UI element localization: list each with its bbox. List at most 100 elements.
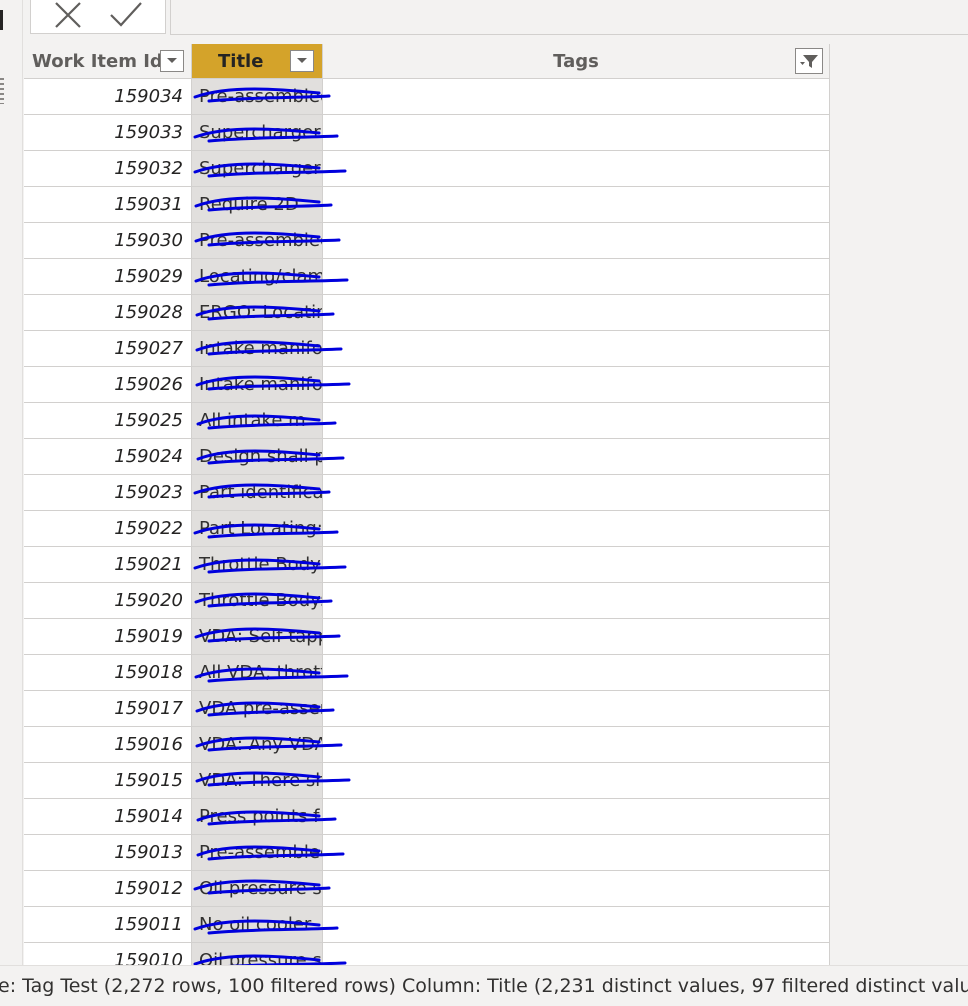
- table-row[interactable]: 159027 Intake manifol: [24, 331, 830, 367]
- cell-tags[interactable]: [323, 619, 830, 654]
- cell-tags[interactable]: [323, 439, 830, 474]
- cell-work-item-id[interactable]: 159010: [24, 943, 192, 965]
- cell-tags[interactable]: [323, 475, 830, 510]
- table-row[interactable]: 159033 Supercharger: [24, 115, 830, 151]
- cell-work-item-id[interactable]: 159029: [24, 259, 192, 294]
- cell-title[interactable]: Locating/clam: [192, 259, 323, 294]
- cell-tags[interactable]: [323, 799, 830, 834]
- cell-tags[interactable]: [323, 727, 830, 762]
- table-row[interactable]: 159010 Oil pressure s: [24, 943, 830, 965]
- cell-title[interactable]: VDA: Any VDA: [192, 727, 323, 762]
- cell-tags[interactable]: [323, 187, 830, 222]
- table-row[interactable]: 159019 VDA: Self tapp: [24, 619, 830, 655]
- table-row[interactable]: 159017 VDA pre-asser: [24, 691, 830, 727]
- cell-tags[interactable]: [323, 151, 830, 186]
- table-row[interactable]: 159021 Throttle Body: [24, 547, 830, 583]
- cell-tags[interactable]: [323, 835, 830, 870]
- cell-tags[interactable]: [323, 79, 830, 114]
- cell-title[interactable]: Part identifica: [192, 475, 323, 510]
- cell-title[interactable]: Pre-assembled: [192, 79, 323, 114]
- table-row[interactable]: 159024 Design shall pr: [24, 439, 830, 475]
- cell-title[interactable]: Throttle Body:: [192, 583, 323, 618]
- cell-title[interactable]: VDA: There sh: [192, 763, 323, 798]
- cell-title[interactable]: All VDA, thrott: [192, 655, 323, 690]
- column-header-title[interactable]: Title: [192, 44, 323, 79]
- cell-tags[interactable]: [323, 223, 830, 258]
- cell-work-item-id[interactable]: 159027: [24, 331, 192, 366]
- cell-work-item-id[interactable]: 159033: [24, 115, 192, 150]
- cell-title[interactable]: Require 2D: [192, 187, 323, 222]
- cell-work-item-id[interactable]: 159031: [24, 187, 192, 222]
- cell-tags[interactable]: [323, 115, 830, 150]
- table-row[interactable]: 159011 No oil cooler: [24, 907, 830, 943]
- table-row[interactable]: 159028 ERGO: Locatin: [24, 295, 830, 331]
- cell-tags[interactable]: [323, 547, 830, 582]
- cell-tags[interactable]: [323, 655, 830, 690]
- table-row[interactable]: 159023 Part identifica: [24, 475, 830, 511]
- cell-tags[interactable]: [323, 907, 830, 942]
- table-row[interactable]: 159022 Part Locating:: [24, 511, 830, 547]
- cell-work-item-id[interactable]: 159018: [24, 655, 192, 690]
- cell-work-item-id[interactable]: 159028: [24, 295, 192, 330]
- column-dropdown-button[interactable]: [290, 50, 314, 72]
- report-view-icon[interactable]: [0, 10, 3, 30]
- column-dropdown-button[interactable]: [160, 50, 184, 72]
- cell-tags[interactable]: [323, 871, 830, 906]
- cell-work-item-id[interactable]: 159021: [24, 547, 192, 582]
- cell-work-item-id[interactable]: 159011: [24, 907, 192, 942]
- cell-tags[interactable]: [323, 331, 830, 366]
- table-row[interactable]: 159016 VDA: Any VDA: [24, 727, 830, 763]
- data-view-icon[interactable]: [0, 78, 4, 104]
- cell-title[interactable]: Pre-assembled: [192, 223, 323, 258]
- cell-tags[interactable]: [323, 511, 830, 546]
- cell-work-item-id[interactable]: 159032: [24, 151, 192, 186]
- cell-tags[interactable]: [323, 259, 830, 294]
- table-row[interactable]: 159032 Supercharger: [24, 151, 830, 187]
- table-row[interactable]: 159015 VDA: There sh: [24, 763, 830, 799]
- cell-title[interactable]: All intake m: [192, 403, 323, 438]
- cell-work-item-id[interactable]: 159034: [24, 79, 192, 114]
- cell-work-item-id[interactable]: 159017: [24, 691, 192, 726]
- cell-work-item-id[interactable]: 159026: [24, 367, 192, 402]
- cell-tags[interactable]: [323, 403, 830, 438]
- cell-title[interactable]: Part Locating:: [192, 511, 323, 546]
- cell-title[interactable]: No oil cooler: [192, 907, 323, 942]
- table-row[interactable]: 159031 Require 2D: [24, 187, 830, 223]
- cell-tags[interactable]: [323, 691, 830, 726]
- table-row[interactable]: 159025 All intake m: [24, 403, 830, 439]
- cell-tags[interactable]: [323, 367, 830, 402]
- cell-title[interactable]: Throttle Body: [192, 547, 323, 582]
- cell-work-item-id[interactable]: 159024: [24, 439, 192, 474]
- table-row[interactable]: 159034 Pre-assembled: [24, 79, 830, 115]
- close-icon[interactable]: [53, 0, 83, 34]
- cell-tags[interactable]: [323, 583, 830, 618]
- cell-title[interactable]: Oil pressure s: [192, 943, 323, 965]
- cell-title[interactable]: Oil pressure s: [192, 871, 323, 906]
- column-header-tags[interactable]: Tags: [323, 44, 830, 79]
- check-icon[interactable]: [109, 0, 143, 34]
- table-row[interactable]: 159018 All VDA, thrott: [24, 655, 830, 691]
- cell-title[interactable]: VDA: Self tapp: [192, 619, 323, 654]
- table-row[interactable]: 159013 Pre-assembled: [24, 835, 830, 871]
- cell-title[interactable]: Supercharger: [192, 115, 323, 150]
- cell-title[interactable]: Supercharger: [192, 151, 323, 186]
- cell-tags[interactable]: [323, 295, 830, 330]
- cell-work-item-id[interactable]: 159012: [24, 871, 192, 906]
- cell-work-item-id[interactable]: 159015: [24, 763, 192, 798]
- cell-work-item-id[interactable]: 159020: [24, 583, 192, 618]
- table-row[interactable]: 159020 Throttle Body:: [24, 583, 830, 619]
- table-row[interactable]: 159029 Locating/clam: [24, 259, 830, 295]
- cell-work-item-id[interactable]: 159025: [24, 403, 192, 438]
- formula-input[interactable]: [170, 0, 968, 35]
- cell-work-item-id[interactable]: 159030: [24, 223, 192, 258]
- cell-work-item-id[interactable]: 159013: [24, 835, 192, 870]
- cell-title[interactable]: Press points f: [192, 799, 323, 834]
- column-header-work-item-id[interactable]: Work Item Id: [24, 44, 192, 79]
- cell-work-item-id[interactable]: 159014: [24, 799, 192, 834]
- cell-tags[interactable]: [323, 763, 830, 798]
- cell-title[interactable]: Intake manifol: [192, 367, 323, 402]
- table-row[interactable]: 159014 Press points f: [24, 799, 830, 835]
- table-row[interactable]: 159026 Intake manifol: [24, 367, 830, 403]
- table-row[interactable]: 159030 Pre-assembled: [24, 223, 830, 259]
- column-filter-button[interactable]: [795, 48, 823, 74]
